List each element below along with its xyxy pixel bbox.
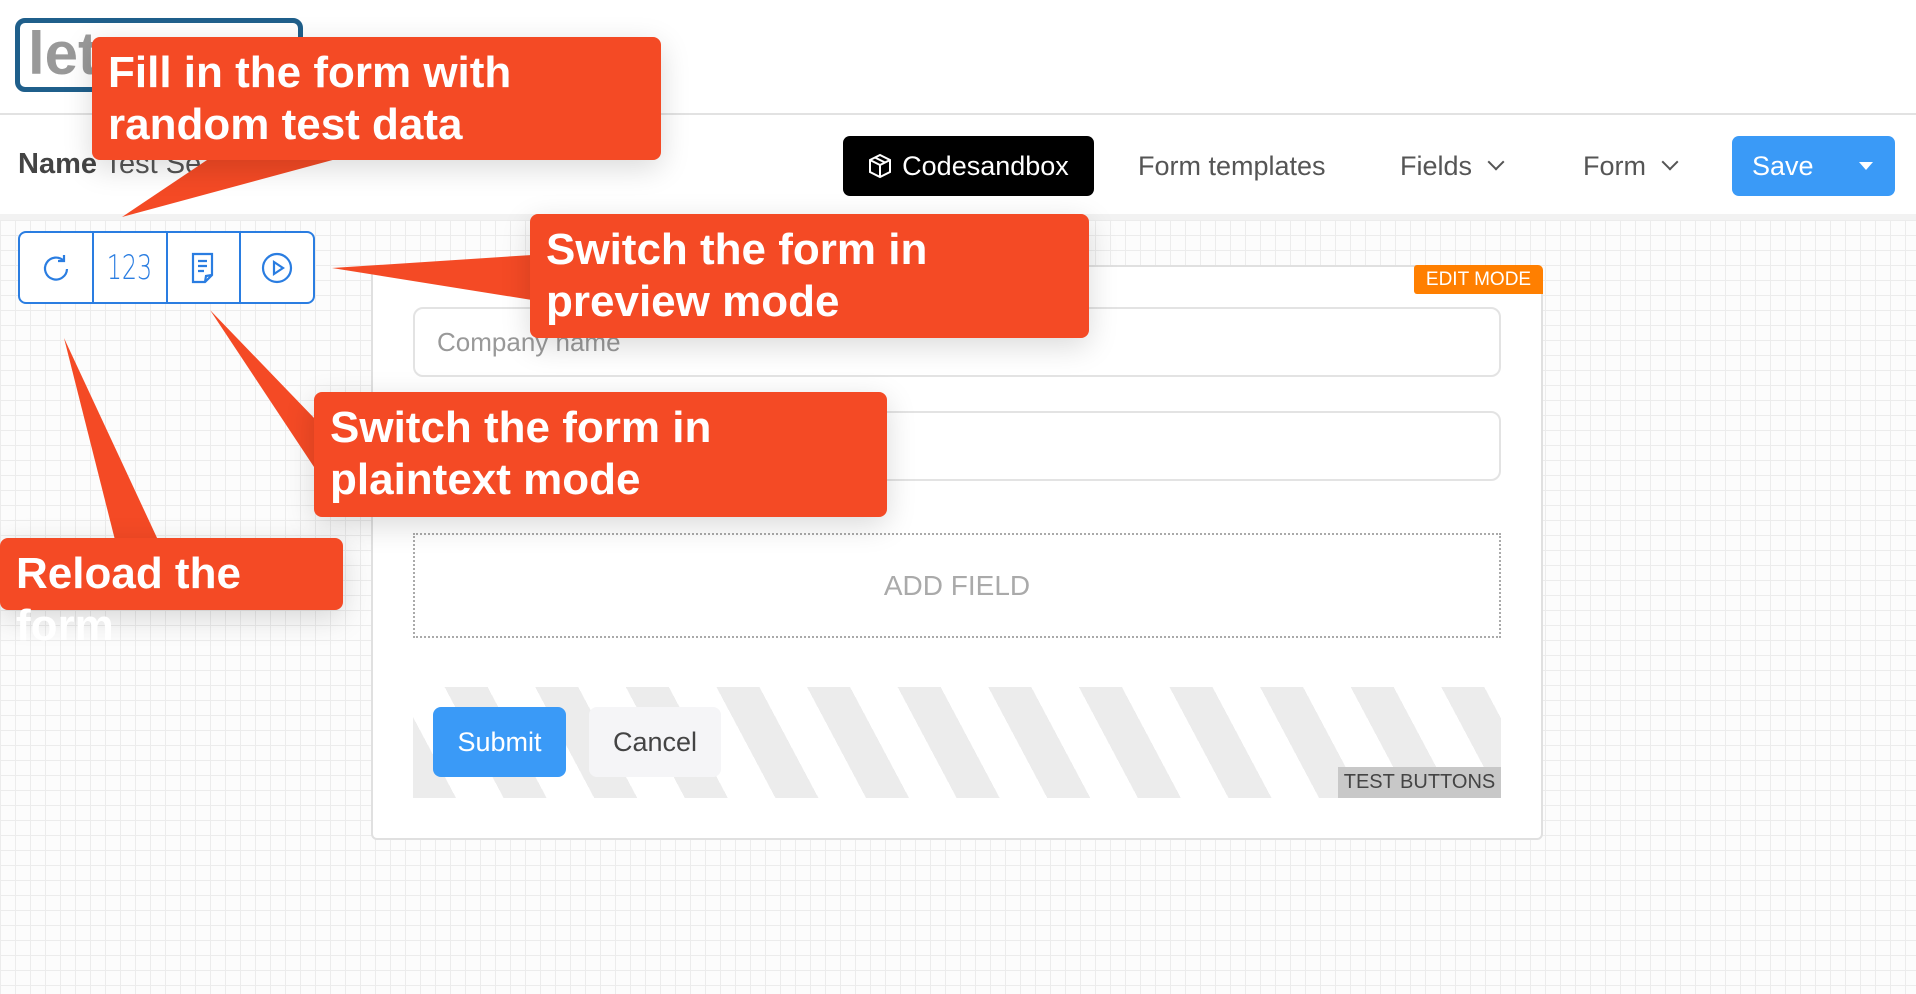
plaintext-mode-icon	[192, 252, 214, 283]
fields-dropdown[interactable]: Fields	[1400, 136, 1505, 196]
reload-icon	[43, 254, 68, 281]
fill-random-data-button[interactable]: 123	[94, 233, 168, 302]
fields-label: Fields	[1400, 150, 1473, 181]
form-label: Form	[1583, 150, 1646, 181]
add-field-label: ADD FIELD	[883, 569, 1031, 601]
submit-button[interactable]: Submit	[433, 707, 566, 777]
codesandbox-button[interactable]: Codesandbox	[843, 136, 1094, 196]
chevron-down-icon	[1661, 153, 1679, 171]
preview-mode-icon	[262, 252, 293, 283]
callout-fill-random: Fill in the form with random test data	[92, 37, 661, 160]
chevron-down-icon	[1487, 153, 1505, 171]
save-label: Save	[1752, 150, 1814, 181]
callout-reload: Reload the form	[0, 538, 343, 650]
add-field-button[interactable]: ADD FIELD	[413, 533, 1501, 638]
name-label: Name	[18, 148, 97, 180]
form-templates-button[interactable]: Form templates	[1138, 136, 1326, 196]
form-templates-label: Form templates	[1138, 150, 1326, 181]
plaintext-mode-button[interactable]	[168, 233, 242, 302]
callout-preview-mode: Switch the form in preview mode	[530, 214, 1089, 338]
save-button[interactable]: Save	[1732, 136, 1895, 196]
test-buttons-badge: TEST BUTTONS	[1338, 767, 1501, 798]
fill-random-data-icon: 123	[106, 247, 153, 288]
form-toolbar: 123	[18, 231, 315, 304]
callout-plaintext-mode: Switch the form in plaintext mode	[314, 392, 887, 517]
codesandbox-label: Codesandbox	[902, 150, 1069, 181]
cancel-button[interactable]: Cancel	[589, 707, 721, 777]
preview-mode-button[interactable]	[241, 233, 313, 302]
cube-icon	[869, 153, 892, 179]
form-dropdown[interactable]: Form	[1583, 136, 1679, 196]
reload-button[interactable]	[20, 233, 94, 302]
edit-mode-badge: EDIT MODE	[1414, 265, 1543, 294]
logo-text: let	[28, 20, 99, 87]
caret-down-icon[interactable]	[1859, 162, 1873, 170]
